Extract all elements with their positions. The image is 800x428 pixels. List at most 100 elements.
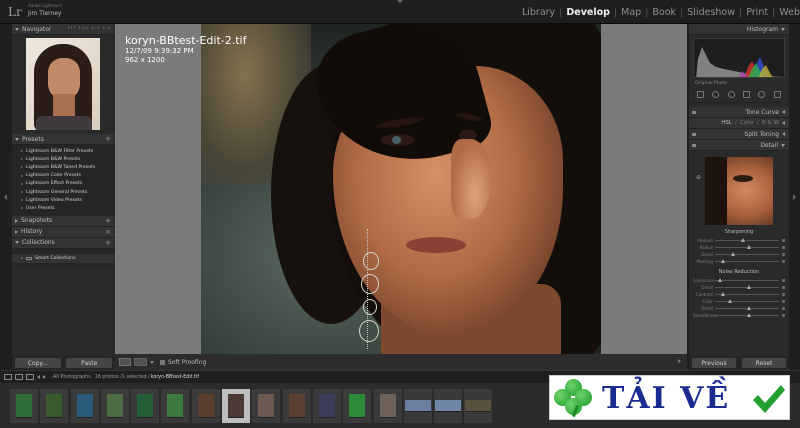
add-collection-icon[interactable]: +	[105, 239, 111, 247]
slider-track[interactable]	[715, 245, 779, 249]
filmstrip-thumbnail[interactable]	[191, 388, 220, 423]
slider-knob[interactable]	[747, 285, 751, 289]
slider-knob[interactable]	[731, 252, 735, 256]
graduated-filter-icon[interactable]	[743, 91, 751, 98]
slider-value-box[interactable]	[782, 314, 785, 317]
top-panel-toggle-icon[interactable]	[397, 0, 403, 3]
detail-preview[interactable]	[705, 157, 773, 225]
module-print[interactable]: Print	[746, 7, 768, 18]
tone-curve-header[interactable]: Tone Curve	[689, 107, 789, 118]
slider-knob[interactable]	[718, 278, 723, 282]
slider-track[interactable]	[715, 306, 779, 310]
module-map[interactable]: Map	[621, 7, 641, 18]
chevron-down-icon[interactable]	[150, 360, 154, 364]
add-preset-icon[interactable]: +	[105, 135, 111, 143]
copy-button[interactable]: Copy...	[14, 358, 61, 368]
color-tab[interactable]: Color	[740, 120, 754, 126]
clear-history-icon[interactable]: ×	[105, 228, 111, 236]
filmstrip-thumbnail[interactable]	[10, 388, 38, 423]
filmstrip-thumbnail[interactable]	[70, 388, 99, 423]
filmstrip-thumbnail[interactable]	[343, 388, 372, 423]
history-header[interactable]: History ×	[12, 226, 115, 238]
filmstrip-source[interactable]: All Photographs	[53, 375, 91, 380]
crop-tool-icon[interactable]	[697, 91, 705, 98]
filmstrip-thumbnail[interactable]	[403, 388, 432, 423]
slider-value-box[interactable]	[782, 253, 785, 256]
presets-header[interactable]: Presets +	[12, 134, 115, 145]
slider-value-box[interactable]	[782, 246, 785, 249]
left-panel-edge[interactable]	[0, 24, 12, 370]
preset-folder-item[interactable]: Lightroom Effect Presets	[12, 180, 115, 188]
module-slideshow[interactable]: Slideshow	[687, 7, 735, 18]
slider-track[interactable]	[715, 238, 779, 242]
preset-folder-item[interactable]: Lightroom Video Presets	[12, 196, 115, 204]
slider-knob[interactable]	[727, 299, 732, 303]
hsl-tab[interactable]: HSL	[721, 120, 732, 126]
module-web[interactable]: Web	[779, 7, 800, 18]
slider-knob[interactable]	[721, 292, 726, 296]
slider-value-box[interactable]	[782, 286, 785, 289]
download-banner[interactable]: TẢI VỀ	[549, 375, 790, 420]
radial-filter-icon[interactable]	[758, 91, 766, 98]
preset-folder-item[interactable]: Lightroom B&W Presets	[12, 155, 115, 163]
detail-header[interactable]: Detail	[689, 140, 789, 151]
snapshots-header[interactable]: Snapshots +	[12, 215, 115, 227]
image-canvas[interactable]: koryn-BBtest-Edit-2.tif 12/7/09 9:39:32 …	[115, 24, 687, 354]
slider-track[interactable]	[715, 252, 779, 256]
slider-track[interactable]	[715, 299, 779, 303]
navigator-preview[interactable]	[26, 38, 100, 130]
slider-value-box[interactable]	[782, 239, 785, 242]
collection-item-smart[interactable]: Smart Collections	[12, 253, 115, 263]
slider-value-box[interactable]	[782, 260, 785, 263]
navigator-zoom-options[interactable]: FIT FILL 1:1 3:1	[68, 26, 111, 30]
slider-knob[interactable]	[747, 245, 751, 249]
grid-view-icon[interactable]	[26, 374, 34, 380]
forward-arrow-icon[interactable]	[43, 375, 46, 379]
spot-removal-icon[interactable]	[712, 91, 720, 98]
preset-folder-item[interactable]: Lightroom B&W Filter Presets	[12, 147, 115, 155]
right-panel-edge[interactable]	[789, 24, 800, 370]
slider-knob[interactable]	[740, 238, 745, 242]
monitor-2-icon[interactable]	[15, 374, 23, 380]
filmstrip-thumbnail[interactable]	[100, 388, 129, 423]
slider-value-box[interactable]	[782, 293, 785, 296]
loupe-view-icon[interactable]	[119, 358, 131, 366]
bw-tab[interactable]: B & W	[762, 120, 779, 126]
histogram[interactable]	[693, 38, 785, 78]
reset-button[interactable]: Reset	[742, 358, 786, 368]
navigator-header[interactable]: Navigator FIT FILL 1:1 3:1	[12, 24, 115, 35]
slider-track[interactable]	[715, 285, 779, 289]
slider-knob[interactable]	[721, 259, 726, 263]
collapse-left-icon[interactable]	[4, 194, 7, 200]
split-toning-header[interactable]: Split Toning	[689, 129, 789, 140]
filmstrip-thumbnail[interactable]	[282, 388, 311, 423]
filmstrip-thumbnail[interactable]	[131, 388, 160, 423]
filmstrip-thumbnail[interactable]	[222, 388, 251, 423]
preset-folder-item[interactable]: User Presets	[12, 204, 115, 212]
preset-folder-item[interactable]: Lightroom Color Presets	[12, 172, 115, 180]
preset-folder-item[interactable]: Lightroom General Presets	[12, 188, 115, 196]
collections-header[interactable]: Collections +	[12, 237, 115, 249]
slider-track[interactable]	[715, 313, 779, 317]
filmstrip-thumbnail[interactable]	[434, 388, 463, 423]
filmstrip-thumbnail[interactable]	[161, 388, 190, 423]
filmstrip-thumbnail[interactable]	[252, 388, 281, 423]
target-icon[interactable]: ⊕	[696, 174, 701, 181]
paste-button[interactable]: Paste	[66, 358, 113, 368]
before-after-icon[interactable]	[134, 358, 147, 366]
panel-switch-icon[interactable]	[692, 143, 696, 147]
back-arrow-icon[interactable]	[37, 375, 40, 379]
slider-track[interactable]	[715, 278, 779, 282]
soft-proofing-checkbox[interactable]	[160, 359, 165, 365]
panel-switch-icon[interactable]	[692, 110, 696, 114]
red-eye-icon[interactable]	[727, 91, 735, 98]
slider-value-box[interactable]	[782, 300, 785, 303]
module-book[interactable]: Book	[652, 7, 676, 18]
slider-value-box[interactable]	[782, 279, 785, 282]
adjustment-brush-icon[interactable]	[773, 91, 781, 98]
filmstrip-thumbnail[interactable]	[464, 388, 493, 423]
monitor-1-icon[interactable]	[4, 374, 12, 380]
toolbar-menu-icon[interactable]	[678, 359, 681, 363]
add-snapshot-icon[interactable]: +	[105, 217, 111, 225]
slider-knob[interactable]	[747, 306, 751, 310]
